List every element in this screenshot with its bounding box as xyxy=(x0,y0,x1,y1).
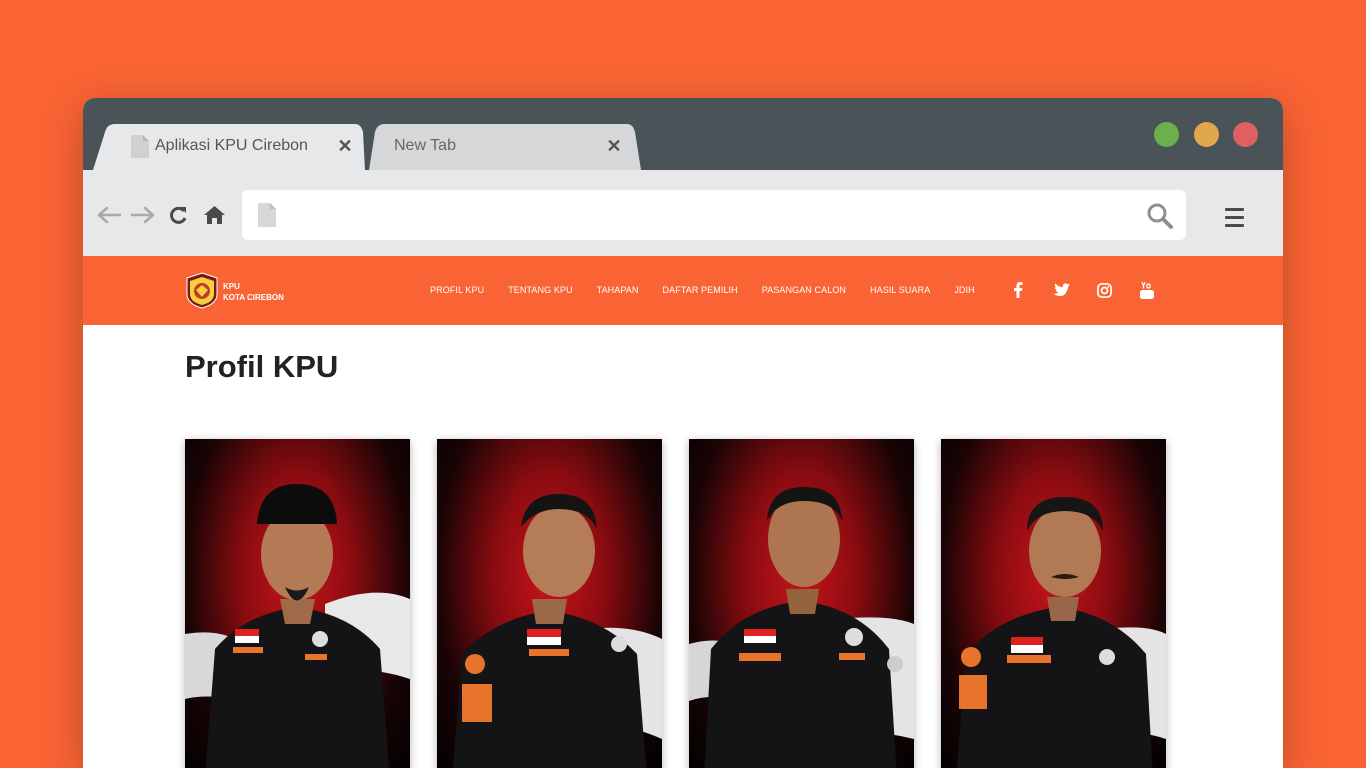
tab-aplikasi-kpu[interactable]: Aplikasi KPU Cirebon ✕ xyxy=(93,124,365,170)
maximize-button[interactable] xyxy=(1154,122,1179,147)
tab-title: New Tab xyxy=(394,137,456,154)
tab-title: Aplikasi KPU Cirebon xyxy=(155,137,308,154)
home-icon xyxy=(203,206,225,224)
member-card[interactable] xyxy=(437,439,662,768)
arrow-left-icon xyxy=(97,206,122,224)
logo-line-1: KPU xyxy=(223,282,240,291)
nav-pasangan-calon[interactable]: PASANGAN CALON xyxy=(762,285,846,295)
close-tab-icon[interactable]: ✕ xyxy=(604,136,624,157)
member-photo xyxy=(185,484,410,768)
member-card[interactable] xyxy=(941,439,1166,768)
nav-hasil-suara[interactable]: HASIL SUARA xyxy=(870,285,930,295)
member-photo xyxy=(452,494,662,768)
instagram-icon[interactable] xyxy=(1095,281,1113,299)
member-photo xyxy=(956,497,1166,768)
member-photo xyxy=(689,487,914,768)
reload-icon xyxy=(170,206,187,224)
member-card[interactable] xyxy=(185,439,410,768)
nav-jdih[interactable]: JDIH xyxy=(954,285,974,295)
browser-window: Aplikasi KPU Cirebon ✕ New Tab ✕ KPU KOT… xyxy=(83,98,1283,768)
browser-titlebar: Aplikasi KPU Cirebon ✕ New Tab ✕ xyxy=(83,98,1283,170)
site-logo-text[interactable]: KPU KOTA CIREBON xyxy=(223,281,284,303)
facebook-icon[interactable] xyxy=(1009,281,1027,299)
home-button[interactable] xyxy=(202,204,226,226)
minimize-button[interactable] xyxy=(1194,122,1219,147)
kpu-emblem-logo[interactable] xyxy=(185,272,219,309)
close-tab-icon[interactable]: ✕ xyxy=(335,136,355,157)
back-button[interactable] xyxy=(96,204,122,226)
nav-daftar-pemilih[interactable]: DAFTAR PEMILIH xyxy=(663,285,738,295)
nav-tahapan[interactable]: TAHAPAN xyxy=(597,285,639,295)
site-header: KPU KOTA CIREBON PROFIL KPU TENTANG KPU … xyxy=(83,256,1283,325)
page-content: Profil KPU xyxy=(83,325,1283,768)
page-icon xyxy=(258,203,276,227)
logo-line-2: KOTA CIREBON xyxy=(223,293,284,302)
member-card[interactable] xyxy=(689,439,914,768)
reload-button[interactable] xyxy=(167,204,189,226)
address-bar[interactable] xyxy=(242,190,1186,240)
nav-tentang-kpu[interactable]: TENTANG KPU xyxy=(508,285,572,295)
tab-new-tab[interactable]: New Tab ✕ xyxy=(369,124,641,170)
page-icon xyxy=(131,135,149,158)
arrow-right-icon xyxy=(130,206,155,224)
hamburger-menu-icon[interactable] xyxy=(1225,208,1244,232)
youtube-icon[interactable] xyxy=(1138,281,1156,299)
forward-button[interactable] xyxy=(130,204,156,226)
browser-toolbar xyxy=(83,170,1283,256)
twitter-icon[interactable] xyxy=(1052,281,1070,299)
nav-profil-kpu[interactable]: PROFIL KPU xyxy=(430,285,484,295)
main-nav: PROFIL KPU TENTANG KPU TAHAPAN DAFTAR PE… xyxy=(430,285,975,295)
close-window-button[interactable] xyxy=(1233,122,1258,147)
search-icon[interactable] xyxy=(1146,202,1174,230)
page-title: Profil KPU xyxy=(185,349,339,384)
